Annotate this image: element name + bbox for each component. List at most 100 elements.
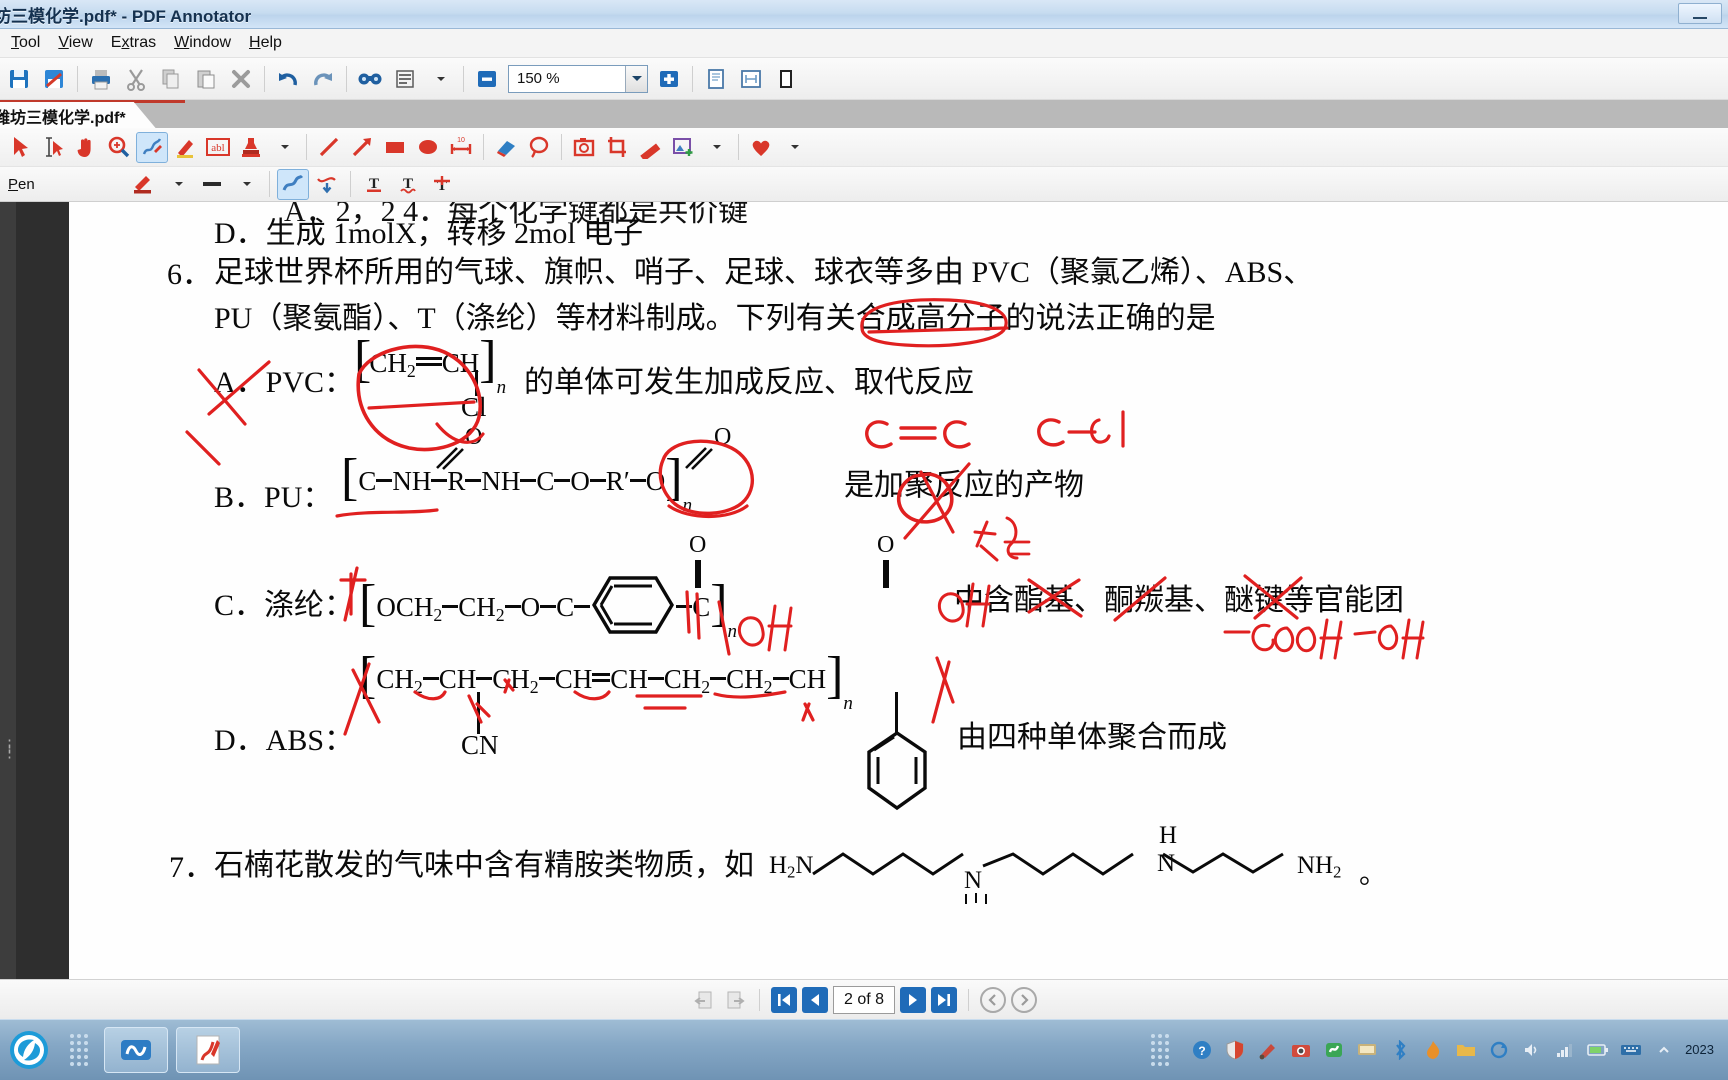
- highlighter-icon[interactable]: [169, 132, 201, 163]
- paste-icon[interactable]: [189, 62, 223, 96]
- menu-view[interactable]: View: [49, 32, 101, 54]
- toolbar-separator: [306, 134, 307, 160]
- redo-icon[interactable]: [306, 62, 340, 96]
- folder-icon[interactable]: [1454, 1038, 1478, 1062]
- document-view[interactable]: ⋮ ⋮ A．2，2 4．每个化学键都是共价键 D．生成 1molX，转移 2mol…: [0, 202, 1728, 979]
- svg-text:10: 10: [457, 137, 465, 144]
- text-bottom-icon[interactable]: T: [392, 169, 424, 200]
- hand-pan-icon[interactable]: [70, 132, 102, 163]
- next-page-icon[interactable]: [900, 986, 926, 1013]
- crop-icon[interactable]: [601, 132, 633, 163]
- zoom-combobox[interactable]: 150 %: [508, 64, 648, 93]
- rectangle-icon[interactable]: [379, 132, 411, 163]
- taskbar-clock[interactable]: 2023: [1685, 1042, 1720, 1058]
- pen-width-dropdown[interactable]: [230, 169, 262, 200]
- pressure-pen-icon[interactable]: [277, 168, 309, 200]
- favorites-dropdown[interactable]: [778, 132, 810, 163]
- lasso-icon[interactable]: [523, 132, 555, 163]
- smooth-pen-icon[interactable]: [311, 169, 343, 200]
- battery-icon[interactable]: [1586, 1038, 1610, 1062]
- line-icon[interactable]: [313, 132, 345, 163]
- next-doc-icon[interactable]: [722, 987, 748, 1013]
- last-page-icon[interactable]: [931, 986, 957, 1013]
- c-c2: C: [692, 592, 711, 622]
- pen-width-icon[interactable]: [196, 169, 228, 200]
- text-select-icon[interactable]: [37, 132, 69, 163]
- benzene-ring-c: [590, 574, 676, 636]
- chevron-icon[interactable]: [1652, 1038, 1676, 1062]
- splitter-handle[interactable]: ⋮ ⋮: [2, 738, 17, 760]
- stamp-dropdown[interactable]: [268, 132, 300, 163]
- delete-icon[interactable]: [224, 62, 258, 96]
- document-tab[interactable]: 潍坊三模化学.pdf*: [0, 102, 156, 128]
- tray-grip[interactable]: [1149, 1030, 1171, 1070]
- measure-icon[interactable]: 10: [445, 132, 477, 163]
- cut-icon[interactable]: [119, 62, 153, 96]
- taskbar-grip[interactable]: [68, 1030, 90, 1070]
- camera-icon[interactable]: [1289, 1038, 1313, 1062]
- window-title: 坊三模化学.pdf* - PDF Annotator: [0, 6, 252, 26]
- text-top-icon[interactable]: T: [358, 169, 390, 200]
- pen-color-icon[interactable]: [128, 169, 160, 200]
- single-page-icon[interactable]: [699, 62, 733, 96]
- arrow-icon[interactable]: [346, 132, 378, 163]
- first-page-icon[interactable]: [771, 986, 797, 1013]
- zoom-in-icon[interactable]: [652, 62, 686, 96]
- speaker-icon[interactable]: [1520, 1038, 1544, 1062]
- screen-icon[interactable]: [1355, 1038, 1379, 1062]
- save-as-icon[interactable]: [37, 62, 71, 96]
- pdf-page[interactable]: A．2，2 4．每个化学键都是共价键 D．生成 1molX，转移 2mol 电子…: [69, 202, 1728, 979]
- menu-tool[interactable]: Tool: [2, 32, 49, 54]
- ruler-icon[interactable]: [634, 132, 666, 163]
- menu-window[interactable]: Window: [165, 32, 240, 54]
- print-icon[interactable]: [84, 62, 118, 96]
- forward-icon[interactable]: [1011, 986, 1037, 1013]
- flame-icon[interactable]: [1421, 1038, 1445, 1062]
- ellipse-icon[interactable]: [412, 132, 444, 163]
- paint-icon[interactable]: [1256, 1038, 1280, 1062]
- favorites-icon[interactable]: [745, 132, 777, 163]
- sync-icon[interactable]: [1487, 1038, 1511, 1062]
- page-layout-icon[interactable]: [388, 62, 422, 96]
- snapshot-icon[interactable]: [568, 132, 600, 163]
- textbox-icon[interactable]: abl: [202, 132, 234, 163]
- taskbar-item-app-blue[interactable]: [104, 1027, 168, 1073]
- text-strike-icon[interactable]: T: [426, 169, 458, 200]
- magnifier-icon[interactable]: [103, 132, 135, 163]
- menu-extras[interactable]: Extras: [102, 32, 165, 54]
- bluetooth-icon[interactable]: [1388, 1038, 1412, 1062]
- pen-icon[interactable]: [136, 131, 168, 163]
- full-screen-icon[interactable]: [769, 62, 803, 96]
- zoom-out-icon[interactable]: [470, 62, 504, 96]
- prev-doc-icon[interactable]: [691, 987, 717, 1013]
- shield-icon[interactable]: [1223, 1038, 1247, 1062]
- find-icon[interactable]: [353, 62, 387, 96]
- minimize-button[interactable]: [1678, 3, 1722, 24]
- keyboard-icon[interactable]: [1619, 1038, 1643, 1062]
- prev-page-icon[interactable]: [802, 986, 828, 1013]
- c-carbonyl-o2: O: [877, 532, 895, 558]
- taskbar-item-pdf-annotator[interactable]: [176, 1027, 240, 1073]
- arrow-select-icon[interactable]: [4, 132, 36, 163]
- help-icon[interactable]: ?: [1190, 1038, 1214, 1062]
- page-indicator[interactable]: 2 of 8: [833, 985, 895, 1014]
- page-layout-dropdown[interactable]: [423, 62, 457, 96]
- network-icon[interactable]: [1553, 1038, 1577, 1062]
- undo-icon[interactable]: [271, 62, 305, 96]
- pen-color-dropdown[interactable]: [162, 169, 194, 200]
- fit-page-icon[interactable]: [734, 62, 768, 96]
- app-green-icon[interactable]: [1322, 1038, 1346, 1062]
- back-icon[interactable]: [980, 986, 1006, 1013]
- copy-icon[interactable]: [154, 62, 188, 96]
- save-icon[interactable]: [2, 62, 36, 96]
- b-double-bond-2: [685, 447, 713, 470]
- eraser-icon[interactable]: [490, 132, 522, 163]
- c-double-bond-2: [883, 560, 889, 588]
- image-dropdown[interactable]: [700, 132, 732, 163]
- stamp-icon[interactable]: [235, 132, 267, 163]
- start-orb-icon[interactable]: [0, 1021, 58, 1079]
- menu-help[interactable]: Help: [240, 32, 291, 54]
- image-icon[interactable]: [667, 132, 699, 163]
- q6-option-c-label: C．涤纶：: [214, 589, 355, 622]
- zoom-dropdown-arrow[interactable]: [625, 65, 647, 92]
